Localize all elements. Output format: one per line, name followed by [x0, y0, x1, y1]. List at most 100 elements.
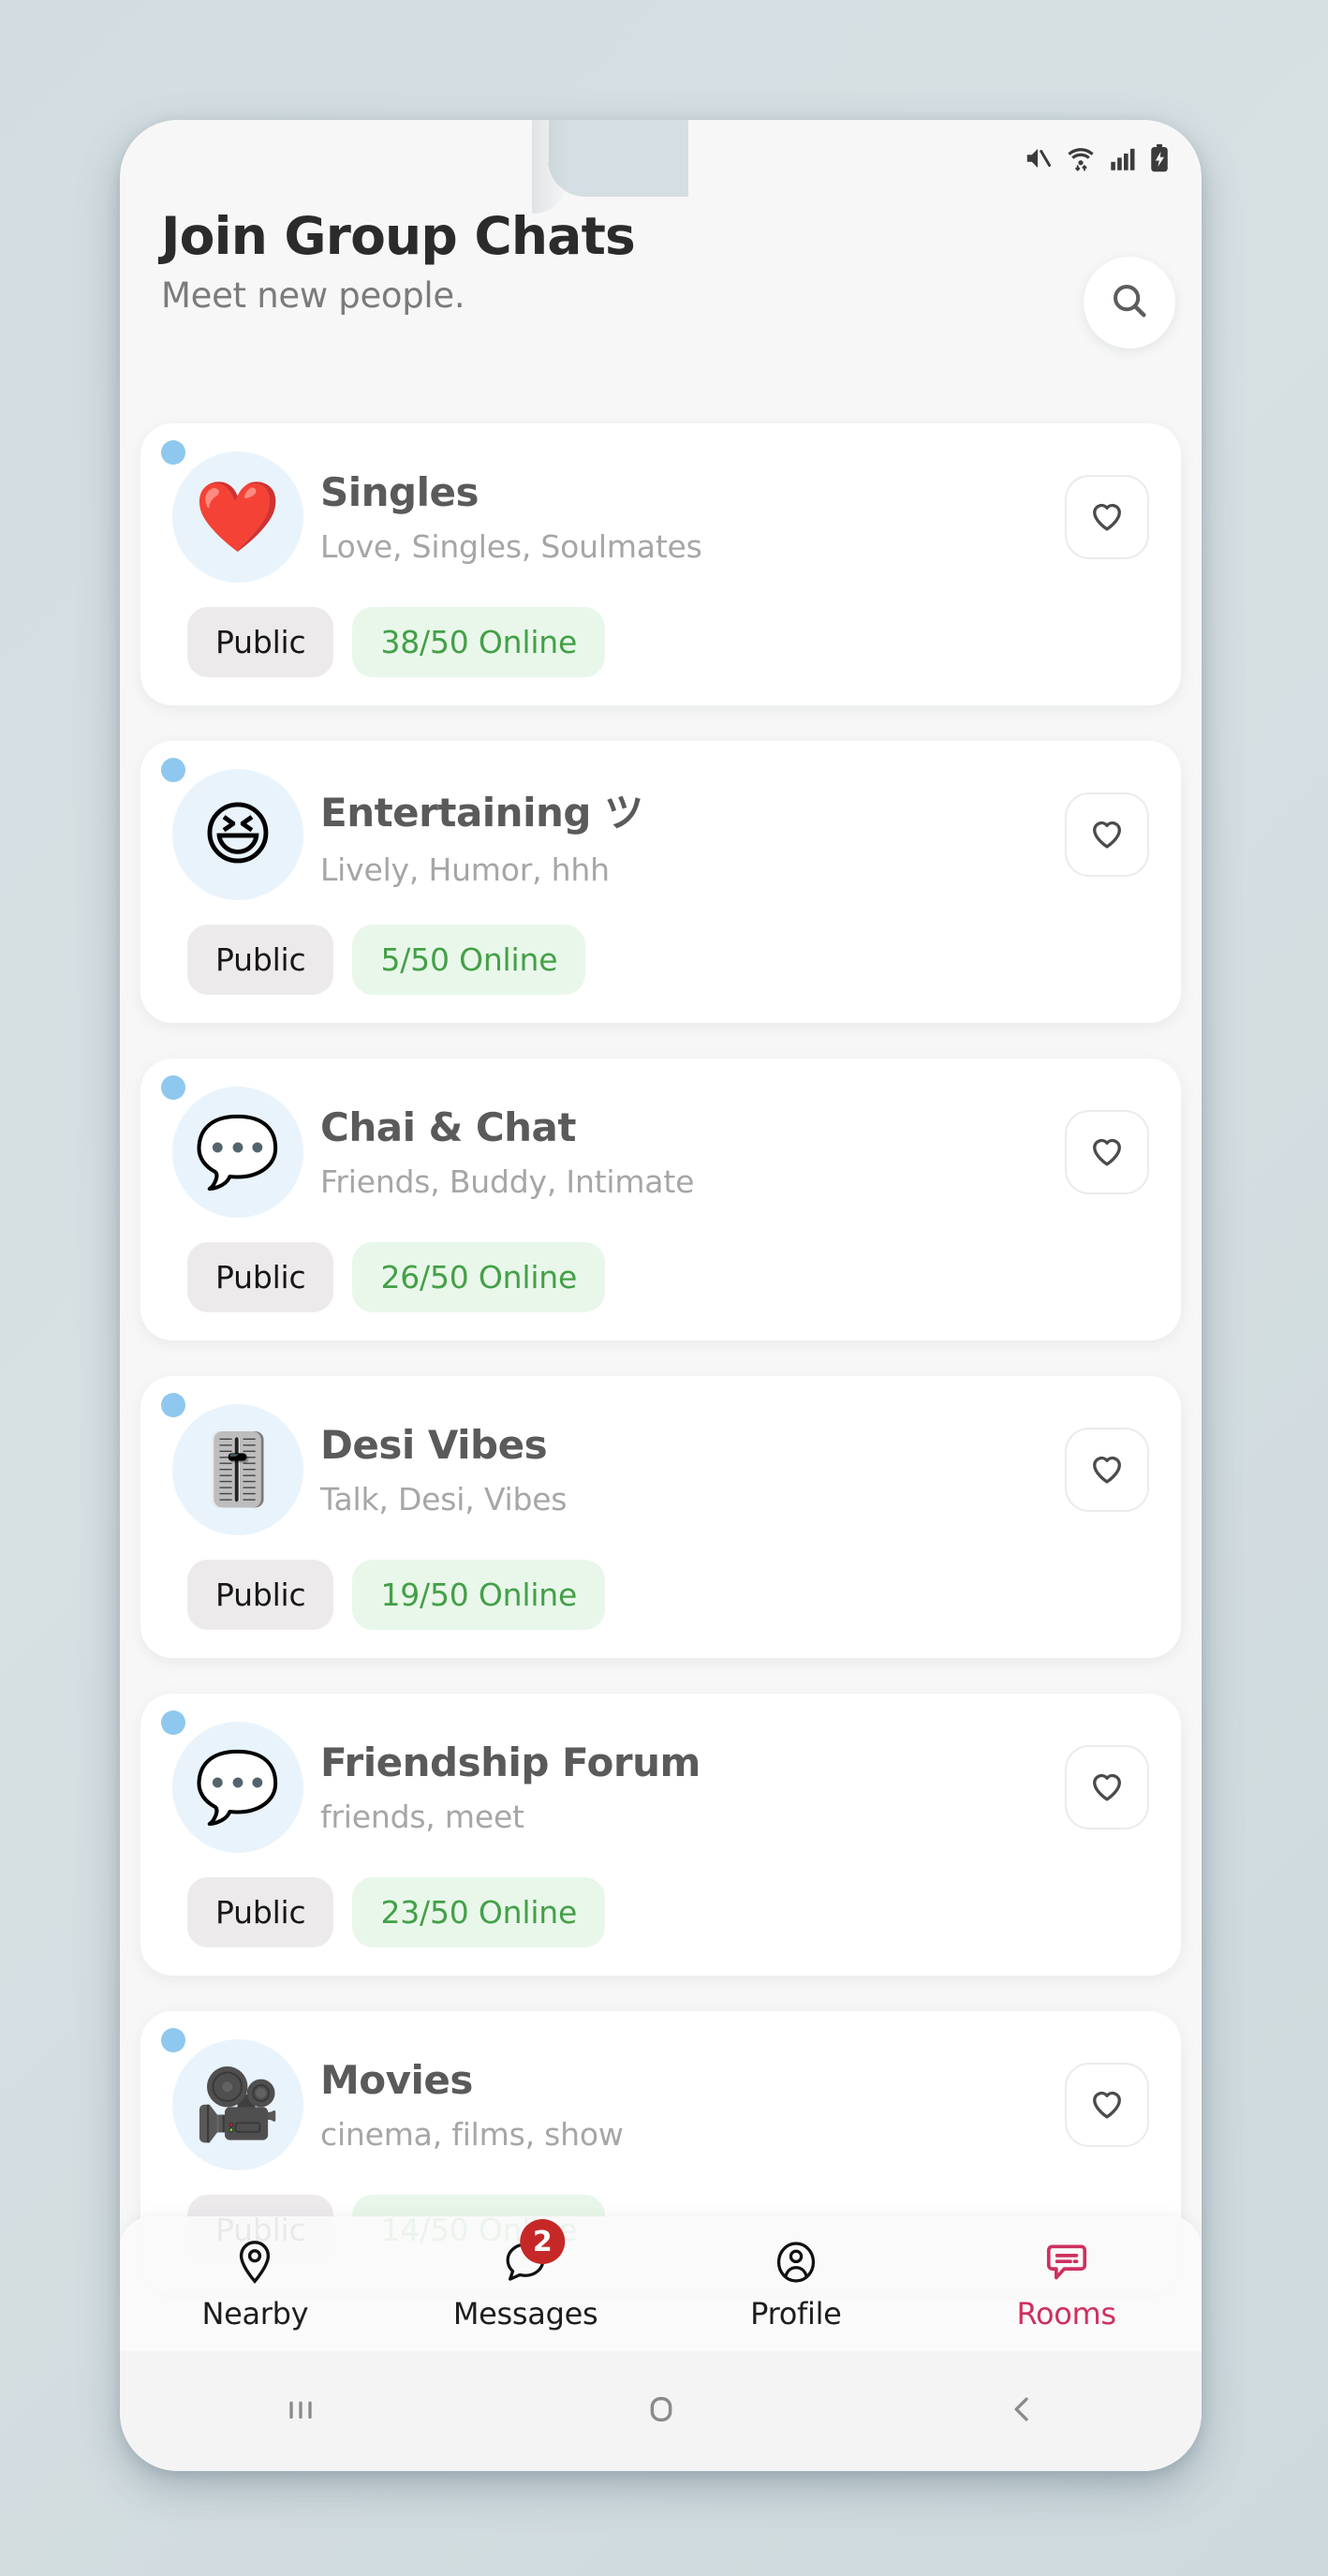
notch-shadow [532, 120, 569, 214]
room-card[interactable]: 💬 Chai & Chat Friends, Buddy, Intimate P… [140, 1059, 1181, 1340]
home-button[interactable] [480, 2390, 841, 2433]
battery-charging-icon [1149, 144, 1170, 172]
nav-item-nearby[interactable]: Nearby [120, 2236, 391, 2332]
room-card-tags: Public 26/50 Online [187, 1242, 1149, 1312]
room-card-tags: Public 19/50 Online [187, 1560, 1149, 1630]
room-card-top: 💬 Friendship Forum friends, meet [172, 1722, 1149, 1853]
system-nav-bar [120, 2351, 1202, 2471]
room-card[interactable]: 😆 Entertaining ツ Lively, Humor, hhh Publ… [140, 741, 1181, 1023]
heart-outline-icon [1087, 2083, 1127, 2126]
recents-button[interactable] [120, 2391, 480, 2432]
mute-icon [1024, 144, 1052, 172]
nav-label-nearby: Nearby [201, 2296, 309, 2332]
favorite-button[interactable] [1065, 1110, 1149, 1194]
room-card-text: Movies cinema, films, show [320, 2057, 1054, 2153]
room-avatar: ❤️ [172, 452, 303, 583]
online-count-pill: 26/50 Online [352, 1242, 606, 1312]
room-avatar: 😆 [172, 769, 303, 900]
room-tags: Talk, Desi, Vibes [320, 1481, 568, 1517]
favorite-button[interactable] [1065, 1745, 1149, 1829]
room-tags: Friends, Buddy, Intimate [320, 1163, 695, 1200]
room-card-tags: Public 5/50 Online [187, 925, 1149, 995]
visibility-pill: Public [187, 1560, 334, 1630]
room-card-top: 😆 Entertaining ツ Lively, Humor, hhh [172, 769, 1149, 900]
room-card[interactable]: 🎚️ Desi Vibes Talk, Desi, Vibes Public 1… [140, 1376, 1181, 1658]
laughing-face-emoji: 😆 [201, 794, 274, 875]
online-count-pill: 38/50 Online [352, 607, 606, 677]
visibility-pill: Public [187, 1242, 334, 1312]
page-header: Join Group Chats Meet new people. [120, 209, 1202, 348]
heart-emoji: ❤️ [194, 477, 282, 557]
rooms-chat-icon [1043, 2236, 1090, 2288]
online-count-pill: 19/50 Online [352, 1560, 606, 1630]
favorite-button[interactable] [1065, 475, 1149, 559]
room-name: Entertaining ツ [320, 790, 643, 836]
room-card-tags: Public 38/50 Online [187, 607, 1149, 677]
heart-outline-icon [1087, 496, 1127, 539]
favorite-button[interactable] [1065, 792, 1149, 877]
room-card-top: 🎥 Movies cinema, films, show [172, 2039, 1149, 2170]
recents-icon [282, 2391, 319, 2432]
phone-frame: 01:40 [120, 120, 1202, 2471]
status-icons [1024, 144, 1170, 172]
room-tags: cinema, films, show [320, 2116, 624, 2153]
room-name: Friendship Forum [320, 1740, 701, 1785]
speech-balloon-emoji: 💬 [194, 1112, 282, 1192]
room-card[interactable]: 💬 Friendship Forum friends, meet Public … [140, 1694, 1181, 1976]
visibility-pill: Public [187, 1877, 334, 1947]
favorite-button[interactable] [1065, 2063, 1149, 2147]
messages-badge: 2 [520, 2219, 566, 2264]
heart-outline-icon [1087, 813, 1127, 856]
heart-outline-icon [1087, 1766, 1127, 1809]
person-circle-icon [773, 2236, 819, 2288]
room-name: Chai & Chat [320, 1104, 576, 1150]
heart-outline-icon [1087, 1448, 1127, 1491]
nav-item-profile[interactable]: Profile [661, 2236, 932, 2332]
nav-label-profile: Profile [750, 2296, 842, 2332]
online-count-pill: 23/50 Online [352, 1877, 606, 1947]
location-pin-icon [232, 2236, 277, 2288]
room-card[interactable]: ❤️ Singles Love, Singles, Soulmates Publ… [140, 423, 1181, 705]
wifi-icon [1065, 144, 1097, 172]
room-name: Desi Vibes [320, 1422, 548, 1468]
heart-outline-icon [1087, 1131, 1127, 1174]
online-count-pill: 5/50 Online [352, 925, 586, 995]
bottom-nav: Nearby 2 Messages Profile Rooms [120, 2216, 1202, 2351]
sound-bars-emoji: 🎚️ [194, 1429, 282, 1510]
room-tags: Lively, Humor, hhh [320, 851, 610, 888]
back-icon [1003, 2391, 1040, 2432]
search-button[interactable] [1084, 257, 1175, 348]
notch-fill [120, 120, 549, 199]
page-subtitle: Meet new people. [161, 274, 465, 316]
visibility-pill: Public [187, 607, 334, 677]
room-avatar: 💬 [172, 1087, 303, 1218]
room-card-text: Desi Vibes Talk, Desi, Vibes [320, 1422, 1054, 1517]
room-card-text: Chai & Chat Friends, Buddy, Intimate [320, 1104, 1054, 1200]
chat-bubble-icon: 2 [502, 2219, 566, 2288]
room-tags: friends, meet [320, 1799, 524, 1835]
nav-item-rooms[interactable]: Rooms [931, 2236, 1202, 2332]
home-icon [642, 2390, 681, 2433]
speech-balloon-emoji: 💬 [194, 1747, 282, 1828]
room-avatar: 🎚️ [172, 1404, 303, 1535]
room-avatar: 🎥 [172, 2039, 303, 2170]
room-card-top: 🎚️ Desi Vibes Talk, Desi, Vibes [172, 1404, 1149, 1535]
back-button[interactable] [841, 2391, 1202, 2432]
nav-item-messages[interactable]: 2 Messages [391, 2219, 661, 2332]
room-card-text: Entertaining ツ Lively, Humor, hhh [320, 781, 1054, 888]
room-card-text: Singles Love, Singles, Soulmates [320, 469, 1054, 565]
room-card-text: Friendship Forum friends, meet [320, 1740, 1054, 1835]
search-icon [1108, 279, 1151, 326]
room-card-top: ❤️ Singles Love, Singles, Soulmates [172, 452, 1149, 583]
room-avatar: 💬 [172, 1722, 303, 1853]
movie-camera-emoji: 🎥 [194, 2065, 282, 2145]
favorite-button[interactable] [1065, 1428, 1149, 1512]
signal-icon [1110, 145, 1136, 171]
room-name: Movies [320, 2057, 473, 2103]
nav-label-rooms: Rooms [1016, 2296, 1116, 2332]
room-card-tags: Public 23/50 Online [187, 1877, 1149, 1947]
room-card-top: 💬 Chai & Chat Friends, Buddy, Intimate [172, 1087, 1149, 1218]
nav-label-messages: Messages [452, 2296, 598, 2332]
visibility-pill: Public [187, 925, 334, 995]
room-list[interactable]: ❤️ Singles Love, Singles, Soulmates Publ… [120, 423, 1202, 2471]
